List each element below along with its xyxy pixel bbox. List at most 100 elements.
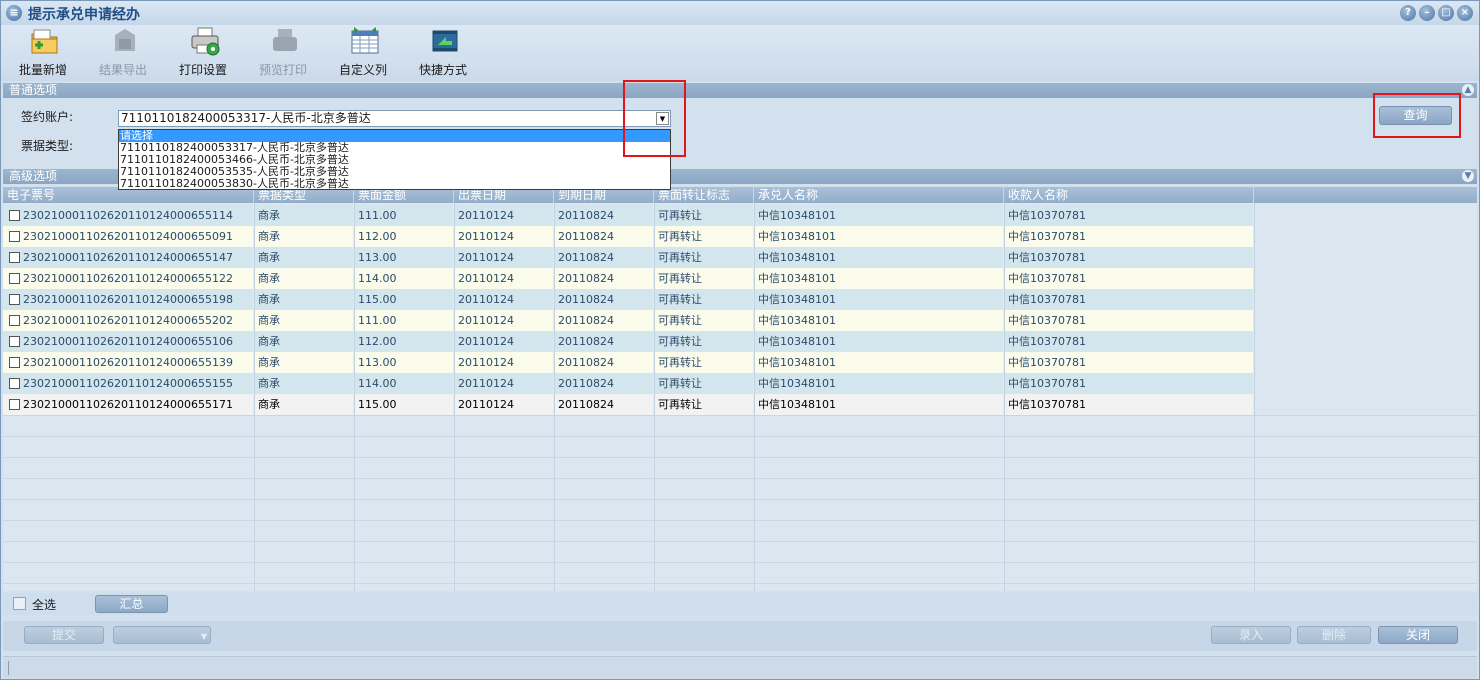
- table-row[interactable]: 230210001102620110124000655122 商承 114.00 20…: [3, 268, 1254, 289]
- cell-bill-no: 230210001102620110124000655147: [3, 247, 254, 268]
- expand-down-icon[interactable]: ▼: [1462, 170, 1474, 182]
- dropdown-option[interactable]: 7110110182400053830-人民币-北京多普达: [119, 178, 670, 190]
- row-checkbox[interactable]: [9, 231, 20, 242]
- window-controls: ? – □ ×: [1400, 5, 1473, 21]
- table-row[interactable]: 230210001102620110124000655202 商承 111.00 20…: [3, 310, 1254, 331]
- cell-payee: 中信10370781: [1004, 331, 1254, 352]
- grid-row-line: [3, 499, 1477, 500]
- row-checkbox[interactable]: [9, 357, 20, 368]
- status-bar: [3, 656, 1477, 678]
- cell-bill-type: 商承: [254, 205, 354, 226]
- select-all-label[interactable]: 全选: [32, 596, 56, 613]
- account-label: 签约账户:: [21, 110, 74, 124]
- action-bar: 提交 ▼ 录入 删除 关闭: [3, 621, 1477, 651]
- row-checkbox[interactable]: [9, 273, 20, 284]
- cell-bill-no: 230210001102620110124000655171: [3, 394, 254, 415]
- folder-add-icon: [31, 29, 58, 54]
- cell-bill-no: 230210001102620110124000655139: [3, 352, 254, 373]
- table-row[interactable]: 230210001102620110124000655198 商承 115.00 20…: [3, 289, 1254, 310]
- window-title: 提示承兑申请经办: [28, 7, 140, 23]
- row-checkbox[interactable]: [9, 315, 20, 326]
- cell-acceptor: 中信10348101: [754, 310, 1004, 331]
- cell-due-date: 20110824: [554, 247, 654, 268]
- row-checkbox[interactable]: [9, 399, 20, 410]
- grid-column-line: [654, 203, 655, 591]
- cell-issue-date: 20110124: [454, 268, 554, 289]
- cell-issue-date: 20110124: [454, 226, 554, 247]
- grid-column-line: [354, 203, 355, 591]
- dropdown-option[interactable]: 请选择: [119, 130, 670, 142]
- table-row[interactable]: 230210001102620110124000655139 商承 113.00 20…: [3, 352, 1254, 373]
- cell-amount: 111.00: [354, 205, 454, 226]
- print-settings-button[interactable]: 打印设置: [168, 25, 238, 79]
- cell-payee: 中信10370781: [1004, 394, 1254, 415]
- cell-bill-type: 商承: [254, 289, 354, 310]
- column-header-payee[interactable]: 收款人名称: [1004, 187, 1254, 203]
- export-results-button[interactable]: 结果导出: [88, 25, 158, 79]
- cell-acceptor: 中信10348101: [754, 268, 1004, 289]
- cell-transfer-flag: 可再转让: [654, 268, 754, 289]
- table-row[interactable]: 230210001102620110124000655155 商承 114.00 20…: [3, 373, 1254, 394]
- table-row[interactable]: 230210001102620110124000655171 商承 115.00 20…: [3, 394, 1254, 415]
- account-select[interactable]: 7110110182400053317-人民币-北京多普达 ▼: [118, 110, 671, 127]
- cell-issue-date: 20110124: [454, 394, 554, 415]
- dropdown-option[interactable]: 7110110182400053317-人民币-北京多普达: [119, 142, 670, 154]
- grid-row-line: [3, 478, 1477, 479]
- highlight-box-dropdown-arrow: [623, 80, 686, 157]
- restore-icon[interactable]: □: [1438, 5, 1454, 21]
- select-all-checkbox[interactable]: [13, 597, 26, 610]
- row-checkbox[interactable]: [9, 210, 20, 221]
- cell-bill-type: 商承: [254, 310, 354, 331]
- cell-amount: 114.00: [354, 268, 454, 289]
- row-checkbox[interactable]: [9, 294, 20, 305]
- table-row[interactable]: 230210001102620110124000655091 商承 112.00 20…: [3, 226, 1254, 247]
- cell-transfer-flag: 可再转让: [654, 331, 754, 352]
- grid-row-line: [3, 562, 1477, 563]
- collapse-up-icon[interactable]: ▲: [1462, 84, 1474, 96]
- help-icon[interactable]: ?: [1400, 5, 1416, 21]
- general-options-bar[interactable]: 普通选项 ▲: [3, 83, 1477, 98]
- summary-button[interactable]: 汇总: [95, 595, 168, 613]
- cell-bill-no: 230210001102620110124000655202: [3, 310, 254, 331]
- cell-payee: 中信10370781: [1004, 373, 1254, 394]
- row-checkbox[interactable]: [9, 378, 20, 389]
- minimize-icon[interactable]: –: [1419, 5, 1435, 21]
- table-row[interactable]: 230210001102620110124000655147 商承 113.00 20…: [3, 247, 1254, 268]
- cell-transfer-flag: 可再转让: [654, 373, 754, 394]
- cell-transfer-flag: 可再转让: [654, 352, 754, 373]
- column-header-acceptor[interactable]: 承兑人名称: [754, 187, 1004, 203]
- bill-grid: 电子票号 票据类型 票面金额 出票日期 到期日期 票面转让标志 承兑人名称 收款…: [3, 187, 1477, 591]
- submit-button[interactable]: 提交: [24, 626, 104, 644]
- close-button[interactable]: 关闭: [1378, 626, 1458, 644]
- grid-row-line: [3, 457, 1477, 458]
- cell-bill-type: 商承: [254, 331, 354, 352]
- table-row[interactable]: 230210001102620110124000655114 商承 111.00 20…: [3, 205, 1254, 226]
- row-checkbox[interactable]: [9, 252, 20, 263]
- shortcut-button[interactable]: 快捷方式: [408, 25, 478, 79]
- batch-add-button[interactable]: 批量新增: [8, 25, 78, 79]
- cell-transfer-flag: 可再转让: [654, 205, 754, 226]
- dropdown-option[interactable]: 7110110182400053535-人民币-北京多普达: [119, 166, 670, 178]
- cell-transfer-flag: 可再转让: [654, 394, 754, 415]
- bill-type-label: 票据类型:: [21, 139, 74, 153]
- account-dropdown-list: 请选择 7110110182400053317-人民币-北京多普达 711011…: [118, 129, 671, 190]
- cell-transfer-flag: 可再转让: [654, 289, 754, 310]
- account-select-value: 7110110182400053317-人民币-北京多普达: [121, 111, 371, 125]
- record-button[interactable]: 录入: [1211, 626, 1291, 644]
- cell-bill-type: 商承: [254, 373, 354, 394]
- submit-options-button[interactable]: ▼: [113, 626, 211, 644]
- print-preview-button[interactable]: 预览打印: [248, 25, 318, 79]
- cell-amount: 114.00: [354, 373, 454, 394]
- cell-transfer-flag: 可再转让: [654, 310, 754, 331]
- title-bar: ≡ 提示承兑申请经办 ? – □ ×: [1, 1, 1479, 25]
- custom-columns-button[interactable]: 自定义列: [328, 25, 398, 79]
- cell-due-date: 20110824: [554, 352, 654, 373]
- export-icon: [115, 29, 135, 51]
- close-icon[interactable]: ×: [1457, 5, 1473, 21]
- grid-row-line: [3, 583, 1477, 584]
- dropdown-option[interactable]: 7110110182400053466-人民币-北京多普达: [119, 154, 670, 166]
- app-window: ≡ 提示承兑申请经办 ? – □ × 批量新增 结果导出 打印设置 预览打印 自…: [0, 0, 1480, 680]
- delete-button[interactable]: 删除: [1297, 626, 1371, 644]
- table-row[interactable]: 230210001102620110124000655106 商承 112.00 20…: [3, 331, 1254, 352]
- row-checkbox[interactable]: [9, 336, 20, 347]
